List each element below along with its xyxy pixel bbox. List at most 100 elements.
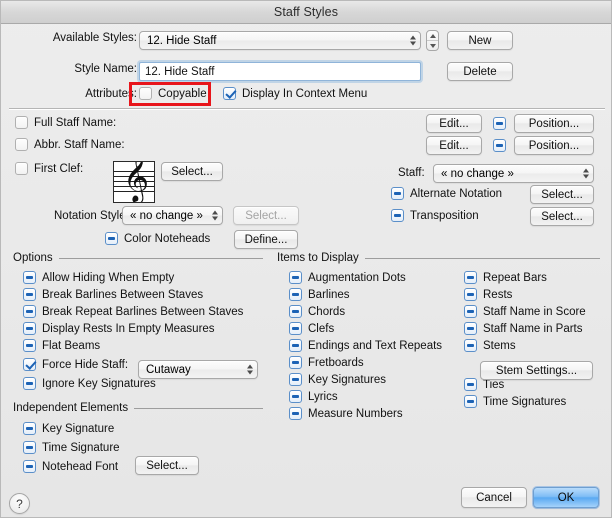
notehead-font-select-button[interactable]: Select... [135, 456, 199, 475]
option-row-4[interactable]: Flat Beams [23, 337, 243, 354]
force-hide-staff-dropdown[interactable]: Cutaway [138, 360, 258, 379]
clefs-checkbox[interactable] [289, 322, 302, 335]
fretboards-checkbox[interactable] [289, 356, 302, 369]
staff-name-in-score-checkbox[interactable] [464, 305, 477, 318]
ignore-key-signatures-checkbox[interactable] [23, 377, 36, 390]
full-staff-name-position-checkbox[interactable] [493, 117, 506, 130]
display-item-row-10[interactable]: Rests [464, 286, 586, 303]
option-row-2[interactable]: Break Repeat Barlines Between Staves [23, 303, 243, 320]
display-item-row-8[interactable]: Measure Numbers [289, 405, 442, 422]
first-clef-select-button[interactable]: Select... [161, 162, 223, 181]
style-name-input[interactable]: 12. Hide Staff [139, 62, 421, 81]
transposition-row[interactable]: Transposition [391, 209, 479, 222]
abbr-staff-name-position-button[interactable]: Position... [514, 136, 594, 155]
stem-settings-button[interactable]: Stem Settings... [480, 361, 593, 380]
independent-row-2[interactable]: Notehead Font [23, 457, 120, 476]
first-clef-row[interactable]: First Clef: [15, 162, 83, 175]
stems-checkbox[interactable] [464, 339, 477, 352]
display-item-row-11[interactable]: Staff Name in Score [464, 303, 586, 320]
copyable-checkbox[interactable] [139, 87, 152, 100]
option-row-0[interactable]: Allow Hiding When Empty [23, 269, 243, 286]
display-in-context-menu-label: Display In Context Menu [242, 87, 368, 100]
display-item-row-13[interactable]: Stems [464, 337, 586, 354]
display-item-row-3[interactable]: Clefs [289, 320, 442, 337]
independent-row-1[interactable]: Time Signature [23, 438, 120, 457]
time-signatures-checkbox[interactable] [464, 395, 477, 408]
display-in-context-menu-checkbox-row[interactable]: Display In Context Menu [223, 87, 367, 100]
allow-hiding-when-empty-checkbox[interactable] [23, 271, 36, 284]
ties-checkbox[interactable] [464, 378, 477, 391]
flat-beams-checkbox[interactable] [23, 339, 36, 352]
full-staff-name-position-button[interactable]: Position... [514, 114, 594, 133]
key-signatures-checkbox[interactable] [289, 373, 302, 386]
display-item-row-7[interactable]: Lyrics [289, 388, 442, 405]
help-button[interactable]: ? [9, 493, 30, 514]
available-styles-stepper[interactable] [426, 30, 439, 51]
transposition-select-button[interactable]: Select... [530, 207, 594, 226]
copyable-checkbox-row[interactable]: Copyable [139, 87, 207, 100]
transposition-label: Transposition [410, 209, 479, 222]
abbr-staff-name-row[interactable]: Abbr. Staff Name: [15, 138, 125, 151]
stepper-up-icon[interactable] [427, 31, 438, 41]
notehead-font-checkbox[interactable] [23, 460, 36, 473]
alternate-notation-checkbox[interactable] [391, 187, 404, 200]
independent-row-0[interactable]: Key Signature [23, 419, 120, 438]
chords-checkbox[interactable] [289, 305, 302, 318]
display-item-row-5[interactable]: Fretboards [289, 354, 442, 371]
ok-button[interactable]: OK [533, 487, 599, 508]
first-clef-checkbox[interactable] [15, 162, 28, 175]
color-noteheads-checkbox[interactable] [105, 232, 118, 245]
full-staff-name-row[interactable]: Full Staff Name: [15, 116, 116, 129]
option-row-3[interactable]: Display Rests In Empty Measures [23, 320, 243, 337]
abbr-staff-name-edit-button[interactable]: Edit... [426, 136, 482, 155]
alternate-notation-row[interactable]: Alternate Notation [391, 187, 502, 200]
option-row-1[interactable]: Break Barlines Between Staves [23, 286, 243, 303]
new-button[interactable]: New [447, 31, 513, 50]
display-item-row-4[interactable]: Endings and Text Repeats [289, 337, 442, 354]
cancel-button[interactable]: Cancel [461, 487, 527, 508]
key-signature-checkbox[interactable] [23, 422, 36, 435]
time-signature-checkbox[interactable] [23, 441, 36, 454]
full-staff-name-label: Full Staff Name: [34, 116, 117, 129]
display-rests-in-empty-measures-checkbox[interactable] [23, 322, 36, 335]
full-staff-name-edit-button[interactable]: Edit... [426, 114, 482, 133]
delete-button[interactable]: Delete [447, 62, 513, 81]
break-barlines-between-staves-checkbox[interactable] [23, 288, 36, 301]
break-repeat-barlines-between-staves-checkbox[interactable] [23, 305, 36, 318]
display-item-row-12[interactable]: Staff Name in Parts [464, 320, 586, 337]
lyrics-checkbox[interactable] [289, 390, 302, 403]
display-in-context-menu-checkbox[interactable] [223, 87, 236, 100]
alternate-notation-select-button[interactable]: Select... [530, 185, 594, 204]
abbr-staff-name-label: Abbr. Staff Name: [34, 138, 125, 151]
treble-clef-preview[interactable]: 𝄞 [113, 161, 155, 203]
augmentation-dots-checkbox[interactable] [289, 271, 302, 284]
display-item-row-1[interactable]: Barlines [289, 286, 442, 303]
stepper-down-icon[interactable] [427, 41, 438, 50]
option-label: Force Hide Staff: [42, 358, 129, 371]
full-staff-name-checkbox[interactable] [15, 116, 28, 129]
barlines-checkbox[interactable] [289, 288, 302, 301]
independent-label: Time Signature [42, 441, 120, 454]
display-item-label: Staff Name in Parts [483, 322, 583, 335]
force-hide-staff-checkbox[interactable] [23, 358, 36, 371]
measure-numbers-checkbox[interactable] [289, 407, 302, 420]
color-noteheads-row[interactable]: Color Noteheads [105, 232, 210, 245]
display-item-row-15[interactable]: Time Signatures [464, 393, 586, 410]
notation-style-dropdown[interactable]: « no change » [122, 206, 223, 225]
available-styles-dropdown[interactable]: 12. Hide Staff [139, 31, 421, 50]
display-item-row-2[interactable]: Chords [289, 303, 442, 320]
color-noteheads-define-button[interactable]: Define... [234, 230, 298, 249]
endings-and-text-repeats-checkbox[interactable] [289, 339, 302, 352]
transposition-checkbox[interactable] [391, 209, 404, 222]
display-item-label: Repeat Bars [483, 271, 547, 284]
rests-checkbox[interactable] [464, 288, 477, 301]
display-item-row-9[interactable]: Repeat Bars [464, 269, 586, 286]
group-divider [134, 407, 263, 409]
staff-name-in-parts-checkbox[interactable] [464, 322, 477, 335]
display-item-row-0[interactable]: Augmentation Dots [289, 269, 442, 286]
display-item-row-6[interactable]: Key Signatures [289, 371, 442, 388]
staff-dropdown[interactable]: « no change » [433, 164, 594, 183]
repeat-bars-checkbox[interactable] [464, 271, 477, 284]
abbr-staff-name-position-checkbox[interactable] [493, 139, 506, 152]
abbr-staff-name-checkbox[interactable] [15, 138, 28, 151]
